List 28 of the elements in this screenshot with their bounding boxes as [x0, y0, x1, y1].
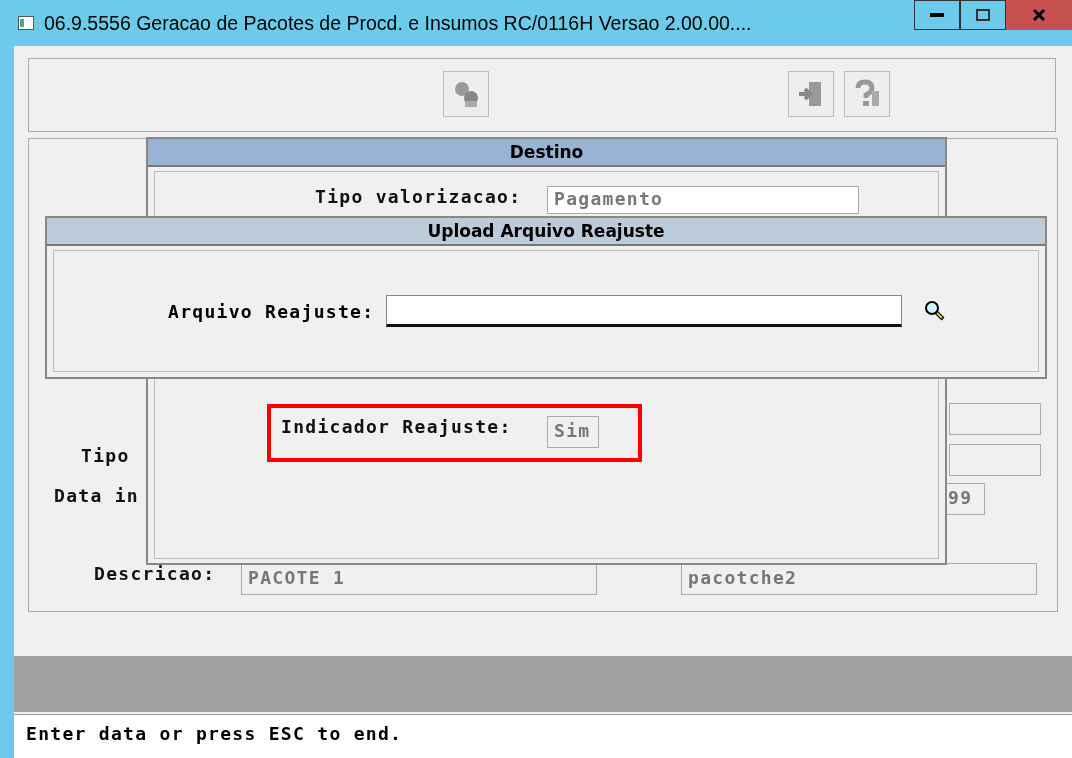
close-icon [1032, 8, 1046, 22]
text-field[interactable] [949, 403, 1041, 435]
file-input-field[interactable] [386, 295, 903, 327]
dropdown-field[interactable]: Pagamento [547, 186, 859, 214]
field-label: Tipo [81, 445, 130, 466]
window-title: 06.9.5556 Geracao de Pacotes de Procd. e Insumos RC/0116H Versao 2.00.00.... [44, 12, 753, 35]
maximize-button[interactable] [960, 0, 1006, 30]
status-text: Enter data or press ESC to end. [26, 723, 403, 744]
field-label: Tipo valorizacao: [315, 186, 522, 207]
text-field[interactable] [949, 444, 1041, 476]
minimize-icon [930, 13, 944, 17]
window-icon [18, 16, 34, 30]
indicator-field[interactable]: Sim [547, 416, 599, 448]
field-label: Data in [54, 485, 139, 506]
toolbar-button[interactable] [443, 71, 489, 117]
description-field[interactable]: PACOTE 1 [241, 563, 597, 595]
field-label: Arquivo Reajuste: [168, 300, 375, 322]
toolbar-button[interactable] [844, 71, 890, 117]
search-icon[interactable] [924, 300, 947, 322]
maximize-icon [976, 9, 990, 21]
close-button[interactable] [1006, 0, 1072, 30]
minimize-button[interactable] [914, 0, 960, 30]
toolbar-button[interactable] [788, 71, 834, 117]
description-field[interactable]: pacotche2 [681, 563, 1037, 595]
field-label: Indicador Reajuste: [281, 416, 512, 437]
dialog-title: Destino [148, 139, 945, 167]
dialog-title: Upload Arquivo Reajuste [47, 218, 1045, 246]
field-label: Descricao: [94, 563, 216, 584]
